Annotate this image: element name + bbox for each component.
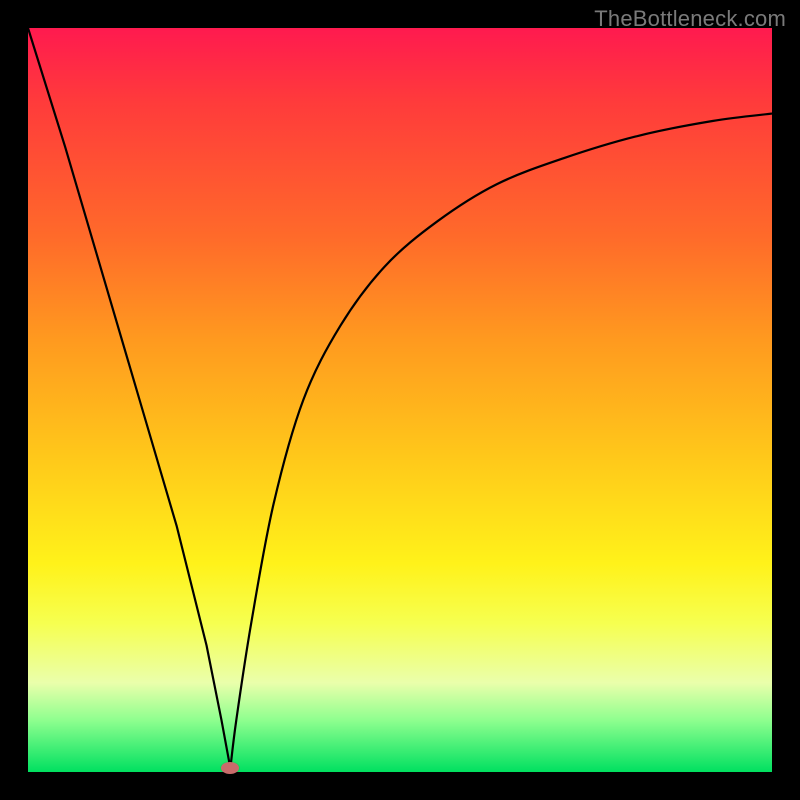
- chart-plot-area: [28, 28, 772, 772]
- bottleneck-curve: [28, 28, 772, 772]
- minimum-point-marker: [221, 762, 239, 774]
- watermark-text: TheBottleneck.com: [594, 6, 786, 32]
